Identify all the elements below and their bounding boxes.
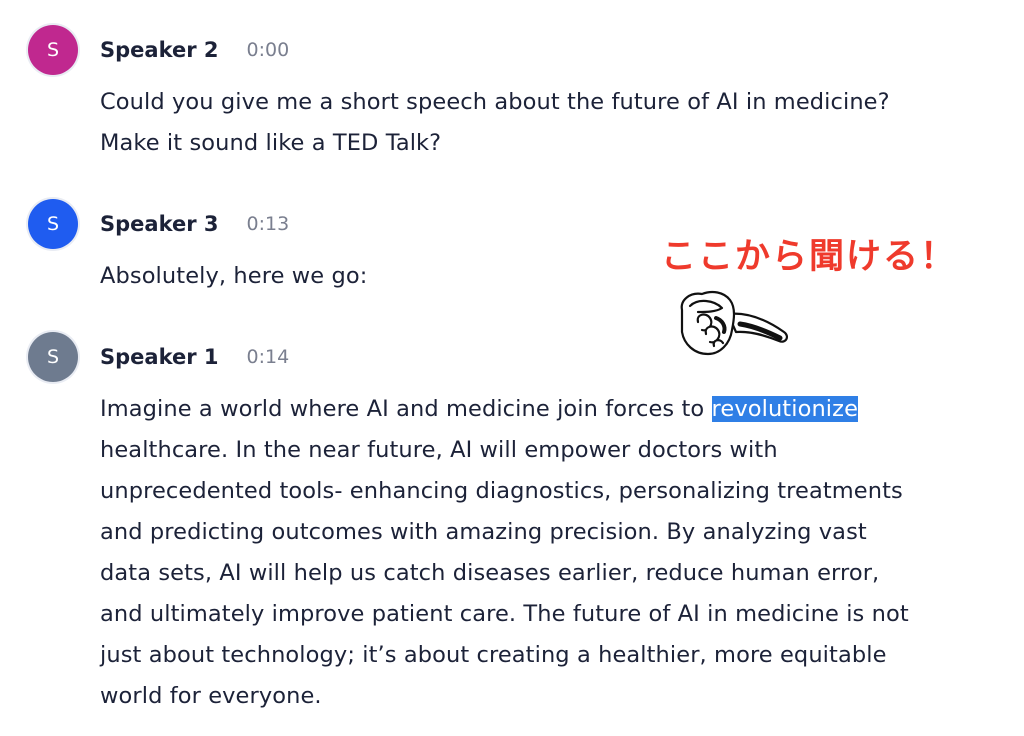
timestamp[interactable]: 0:00 [247, 39, 290, 61]
transcript: S Speaker 2 0:00 Could you give me a sho… [0, 0, 1024, 736]
text-after-highlight[interactable]: healthcare. In the near future, AI will … [100, 437, 909, 709]
entry-header: S Speaker 2 0:00 [28, 24, 1008, 76]
entry-header: S Speaker 1 0:14 [28, 331, 1008, 383]
speaker-name[interactable]: Speaker 2 [100, 38, 219, 62]
pointing-hand-icon [680, 290, 788, 356]
highlighted-word[interactable]: revolutionize [711, 396, 859, 422]
speaker-name[interactable]: Speaker 3 [100, 212, 219, 236]
transcript-text[interactable]: Imagine a world where AI and medicine jo… [100, 389, 1008, 717]
timestamp[interactable]: 0:14 [247, 346, 290, 368]
transcript-entry[interactable]: S Speaker 1 0:14 Imagine a world where A… [28, 331, 1008, 717]
text-before-highlight[interactable]: Imagine a world where AI and medicine jo… [100, 396, 712, 422]
timestamp[interactable]: 0:13 [247, 213, 290, 235]
transcript-text[interactable]: Could you give me a short speech about t… [100, 82, 1008, 164]
speaker-name[interactable]: Speaker 1 [100, 345, 219, 369]
avatar: S [28, 25, 78, 75]
avatar: S [28, 332, 78, 382]
transcript-entry[interactable]: S Speaker 2 0:00 Could you give me a sho… [28, 24, 1008, 164]
avatar: S [28, 199, 78, 249]
annotation-label: ここから聞ける！ [661, 237, 958, 277]
